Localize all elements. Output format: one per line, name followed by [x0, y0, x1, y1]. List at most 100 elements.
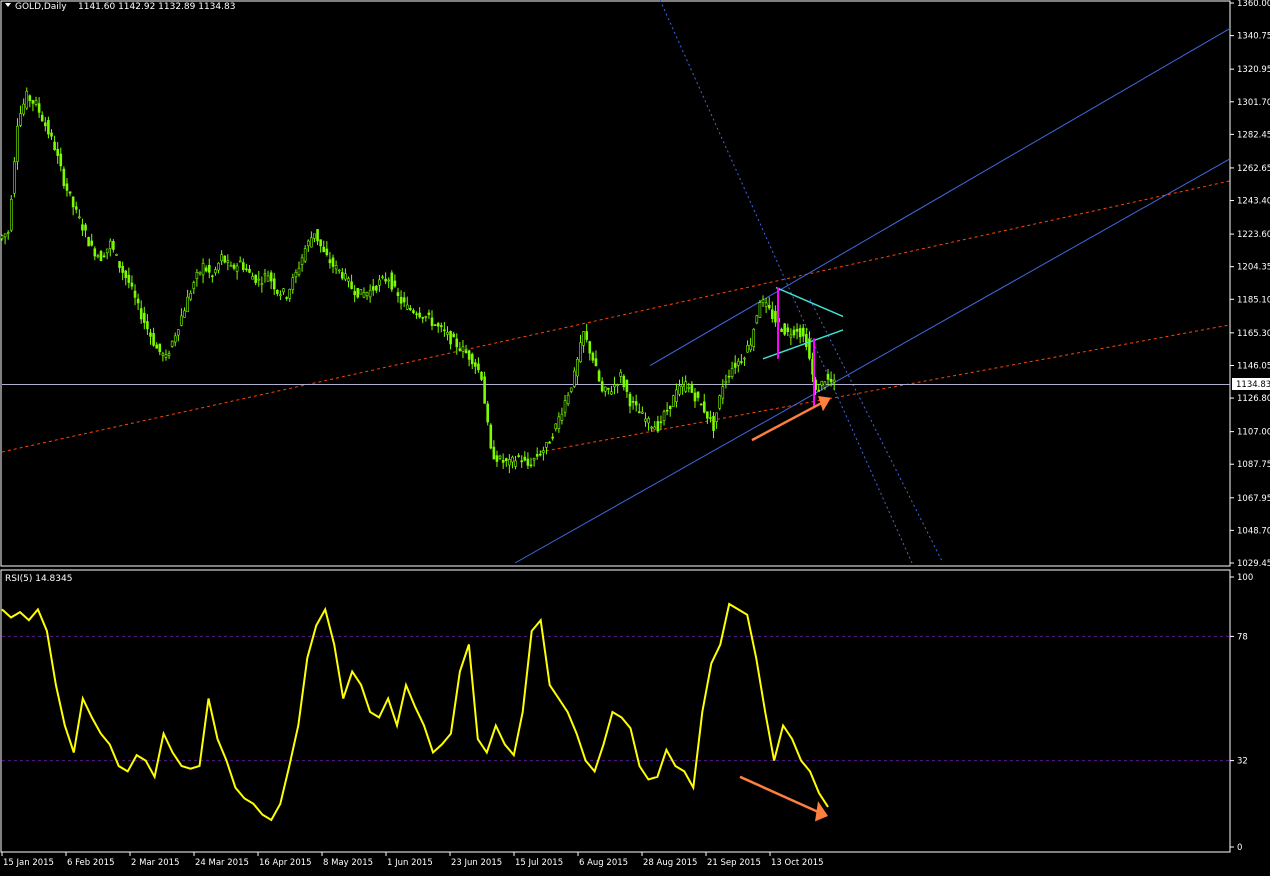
candle-body	[619, 372, 623, 377]
candle-body	[375, 285, 378, 291]
candle-body	[792, 329, 796, 336]
candle-body	[13, 161, 16, 194]
candle-body	[235, 265, 239, 272]
current-price-label: 1134.83	[1236, 380, 1270, 390]
candle-body	[436, 323, 440, 327]
candle-body	[758, 302, 762, 318]
candle-body	[736, 360, 740, 366]
candle-body	[452, 333, 455, 338]
candle-body	[143, 312, 146, 323]
candle-body	[78, 216, 81, 219]
candle-body	[396, 292, 400, 297]
candle-body	[610, 391, 613, 395]
candle-body	[613, 384, 616, 388]
candle-body	[155, 344, 158, 349]
candle-body	[272, 278, 276, 290]
candle-body	[489, 424, 493, 449]
candle-body	[108, 240, 112, 249]
candle-body	[573, 370, 576, 387]
candle-body	[579, 342, 582, 363]
x-tick-label: 13 Oct 2015	[771, 858, 824, 868]
candle-body	[96, 255, 100, 258]
rsi-y-tick-label: 78	[1237, 632, 1248, 642]
candle-body	[622, 375, 626, 388]
price-y-tick-label: 1067.95	[1237, 494, 1270, 504]
candle-body	[718, 395, 722, 409]
price-y-tick-label: 1087.75	[1237, 460, 1270, 470]
candle-body	[443, 329, 446, 332]
candle-body	[653, 426, 657, 430]
price-y-tick-label: 1301.70	[1237, 98, 1270, 108]
candle-body	[331, 257, 335, 267]
candle-body	[139, 308, 143, 320]
candle-body	[446, 332, 449, 335]
candle-body	[678, 385, 681, 395]
candle-body	[282, 288, 285, 293]
candle-body	[675, 389, 678, 402]
candle-body	[542, 450, 545, 453]
candle-body	[600, 381, 604, 392]
candle-body	[3, 233, 7, 238]
rsi-y-tick-label: 32	[1237, 757, 1248, 767]
candle-body	[715, 412, 718, 422]
price-y-tick-label: 1048.70	[1237, 526, 1270, 536]
candle-body	[130, 282, 134, 287]
x-tick-label: 6 Aug 2015	[579, 858, 628, 868]
candle-body	[297, 267, 301, 275]
candle-body	[727, 375, 731, 378]
candle-body	[752, 329, 756, 348]
candle-body	[127, 274, 131, 283]
rsi-y-tick-label: 100	[1237, 573, 1253, 583]
candle-body	[501, 460, 505, 463]
candle-body	[207, 264, 211, 273]
candle-body	[693, 392, 697, 402]
price-y-tick-label: 1360.00	[1237, 0, 1270, 9]
candle-body	[709, 417, 712, 419]
candle-body	[173, 335, 177, 343]
candle-body	[170, 340, 174, 347]
candle-body	[607, 387, 610, 390]
candle-body	[399, 296, 403, 304]
candle-body	[644, 418, 647, 422]
candle-body	[761, 299, 765, 303]
candle-body	[149, 332, 152, 337]
candle-body	[387, 279, 391, 282]
price-y-tick-label: 1223.60	[1237, 230, 1270, 240]
candle-body	[71, 196, 75, 208]
candle-body	[560, 413, 564, 421]
candle-body	[402, 297, 406, 303]
candle-body	[563, 400, 567, 413]
chart-window: GOLD,Daily 1141.60 1142.92 1132.89 1134.…	[0, 0, 1270, 872]
candle-body	[47, 120, 50, 135]
candle-body	[474, 362, 477, 367]
x-tick-label: 1 Jun 2015	[387, 858, 433, 868]
candle-body	[817, 389, 821, 392]
candle-body	[433, 324, 437, 326]
candle-body	[102, 255, 106, 258]
candle-body	[124, 270, 128, 278]
candle-body	[245, 268, 248, 271]
candle-body	[591, 352, 595, 361]
candle-body	[535, 454, 539, 457]
candle-body	[764, 302, 768, 307]
candle-body	[238, 260, 242, 263]
candle-body	[786, 327, 790, 332]
candle-body	[467, 350, 471, 360]
candle-body	[50, 132, 53, 137]
candle-body	[164, 354, 168, 358]
candle-body	[532, 458, 536, 461]
x-tick-label: 21 Sep 2015	[707, 858, 761, 868]
x-tick-label: 28 Aug 2015	[643, 858, 697, 868]
candle-body	[409, 307, 412, 310]
x-tick-label: 8 May 2015	[323, 858, 373, 868]
candle-body	[328, 259, 332, 264]
candle-body	[217, 262, 220, 271]
candle-body	[529, 464, 533, 467]
candle-body	[68, 191, 72, 194]
candle-body	[514, 460, 517, 467]
candle-body	[248, 268, 251, 273]
candle-body	[832, 379, 836, 383]
candle-body	[637, 411, 641, 414]
candle-body	[526, 458, 530, 466]
candle-body	[647, 418, 650, 424]
